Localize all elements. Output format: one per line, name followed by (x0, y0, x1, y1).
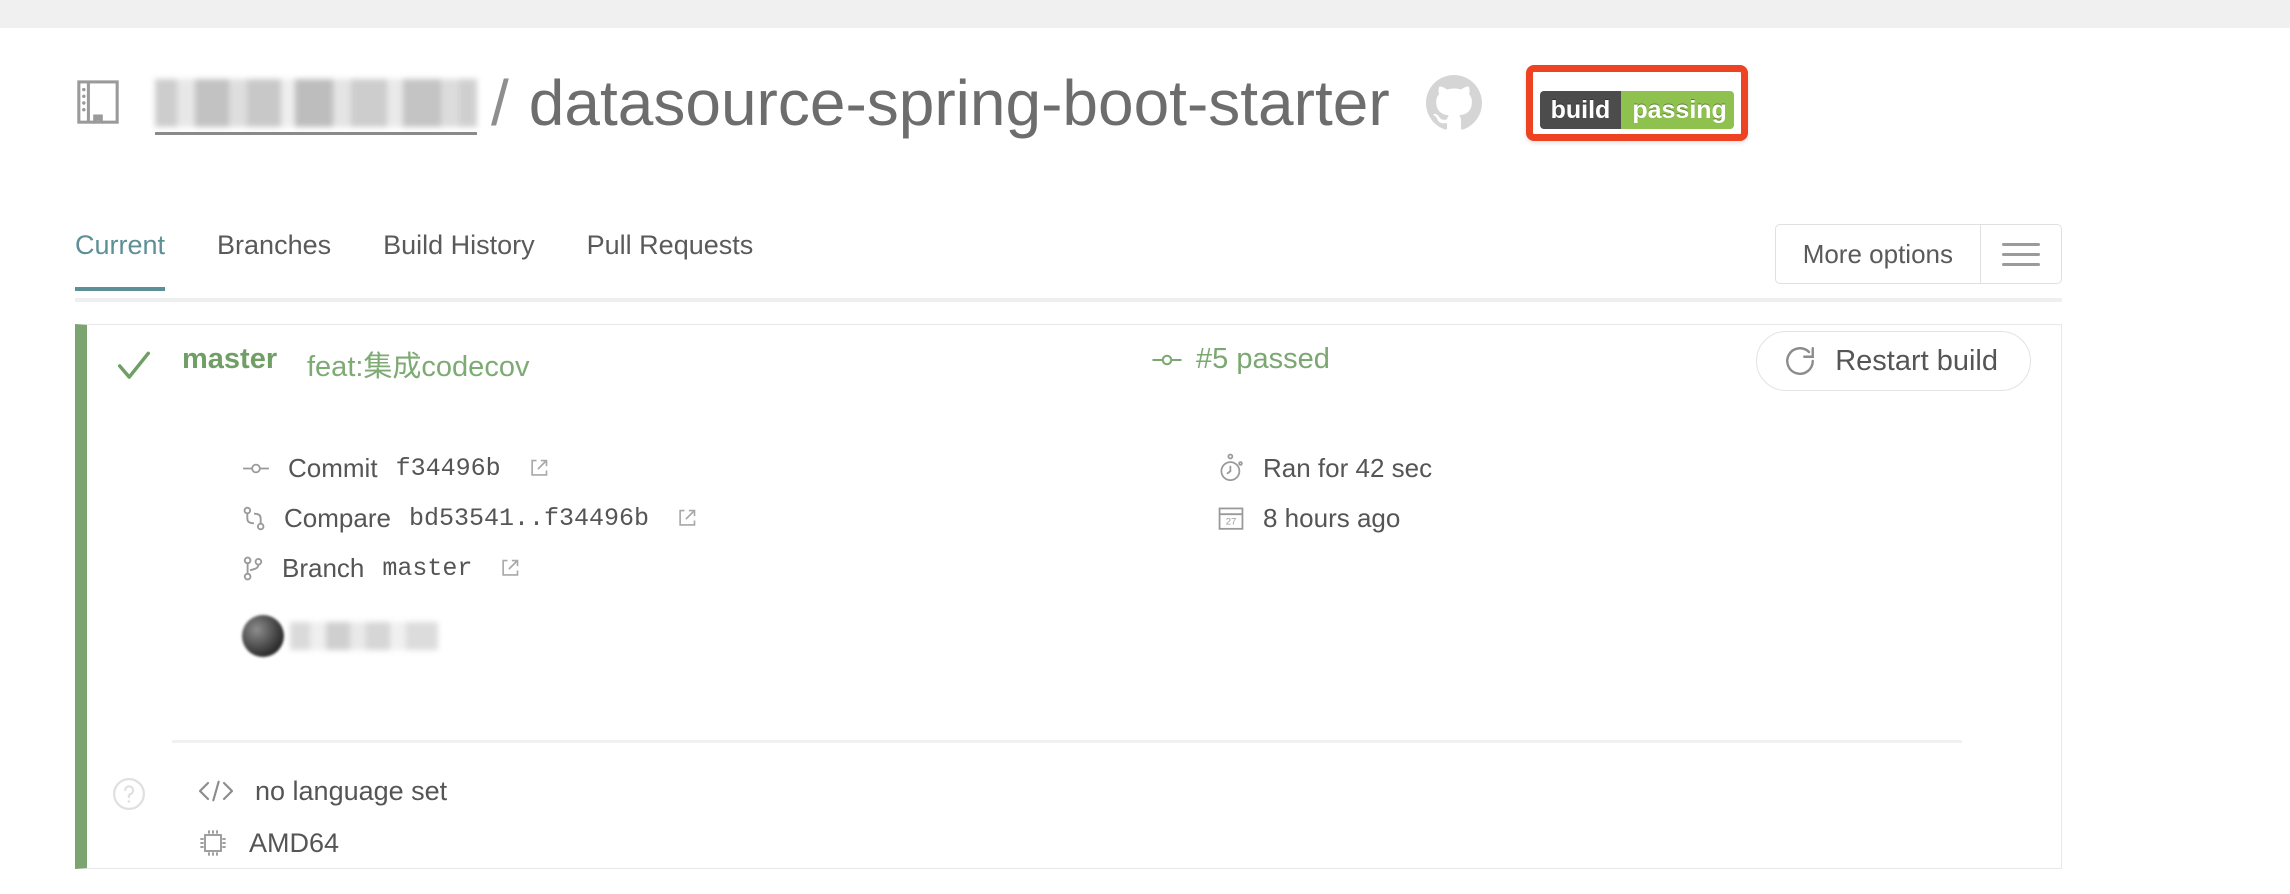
build-summary-row: master feat:集成codecov #5 passed (87, 325, 2061, 417)
external-link-icon[interactable] (677, 508, 697, 528)
travis-build-page: / datasource-spring-boot-starter build p… (0, 28, 2290, 894)
language-row: no language set (197, 765, 447, 817)
duration-row: Ran for 42 sec (1217, 443, 1432, 493)
avatar (242, 615, 284, 657)
duration-text: Ran for 42 sec (1263, 453, 1432, 484)
tab-branches[interactable]: Branches (217, 224, 331, 291)
build-author-redacted[interactable] (242, 615, 438, 657)
tab-pull-requests[interactable]: Pull Requests (587, 224, 754, 291)
card-divider (172, 740, 1962, 743)
build-status-badge[interactable]: build passing (1540, 91, 1734, 129)
commit-icon (1152, 352, 1182, 368)
compare-range: bd53541..f34496b (409, 504, 649, 533)
build-details-left: Commit f34496b Compare bd53541..f34496b (242, 443, 697, 593)
hamburger-icon[interactable] (1980, 225, 2061, 283)
external-link-icon[interactable] (500, 558, 520, 578)
build-branch-name[interactable]: master (182, 343, 277, 376)
build-number-label: #5 passed (1196, 343, 1330, 376)
refresh-icon (1783, 344, 1817, 378)
restart-build-button[interactable]: Restart build (1756, 331, 2031, 391)
build-details-right: Ran for 42 sec 27 8 hours ago (1217, 443, 1432, 543)
tab-bar: Current Branches Build History Pull Requ… (75, 224, 2062, 302)
branch-label: Branch (282, 553, 364, 584)
owner-underline (155, 132, 477, 135)
repo-name[interactable]: datasource-spring-boot-starter (529, 71, 1390, 135)
stopwatch-icon (1217, 453, 1245, 483)
tab-list: Current Branches Build History Pull Requ… (75, 224, 805, 291)
commit-icon (242, 461, 270, 476)
tab-build-history[interactable]: Build History (383, 224, 535, 291)
redaction-blur (290, 622, 438, 650)
build-number-status[interactable]: #5 passed (1152, 343, 1330, 376)
language-text: no language set (255, 776, 447, 807)
external-link-icon[interactable] (529, 458, 549, 478)
branch-detail-row[interactable]: Branch master (242, 543, 697, 593)
build-commit-message[interactable]: feat:集成codecov (307, 343, 529, 385)
badge-passing-label: passing (1621, 91, 1733, 129)
cpu-icon (197, 827, 229, 859)
check-icon (115, 347, 153, 385)
book-icon (75, 78, 121, 128)
more-options-group: More options (1775, 224, 2062, 284)
redaction-blur (155, 79, 477, 127)
build-status-badge-annotation: build passing (1526, 65, 1748, 141)
repo-header: / datasource-spring-boot-starter build p… (75, 58, 1748, 148)
compare-label: Compare (284, 503, 391, 534)
branch-icon (242, 555, 264, 582)
github-icon (1426, 75, 1482, 131)
more-options-button[interactable]: More options (1776, 225, 1980, 283)
commit-label: Commit (288, 453, 378, 484)
architecture-text: AMD64 (249, 828, 339, 859)
commit-sha: f34496b (396, 454, 501, 483)
badge-build-label: build (1540, 91, 1622, 129)
calendar-icon: 27 (1217, 504, 1245, 532)
restart-build-label: Restart build (1835, 345, 1998, 378)
question-circle-icon[interactable] (112, 777, 146, 811)
browser-top-strip (0, 0, 2290, 28)
architecture-row: AMD64 (197, 817, 447, 869)
build-card: master feat:集成codecov #5 passed (75, 324, 2062, 869)
compare-icon (242, 505, 266, 532)
tab-current[interactable]: Current (75, 224, 165, 291)
finished-at-text: 8 hours ago (1263, 503, 1400, 534)
build-footer-meta: no language set AMD64 (197, 765, 447, 869)
repo-owner-redacted[interactable] (155, 79, 477, 127)
path-separator: / (491, 71, 509, 135)
finished-at-row: 27 8 hours ago (1217, 493, 1432, 543)
code-icon (197, 779, 235, 803)
commit-detail-row[interactable]: Commit f34496b (242, 443, 697, 493)
svg-text:27: 27 (1226, 517, 1237, 528)
compare-detail-row[interactable]: Compare bd53541..f34496b (242, 493, 697, 543)
branch-value: master (382, 554, 472, 583)
